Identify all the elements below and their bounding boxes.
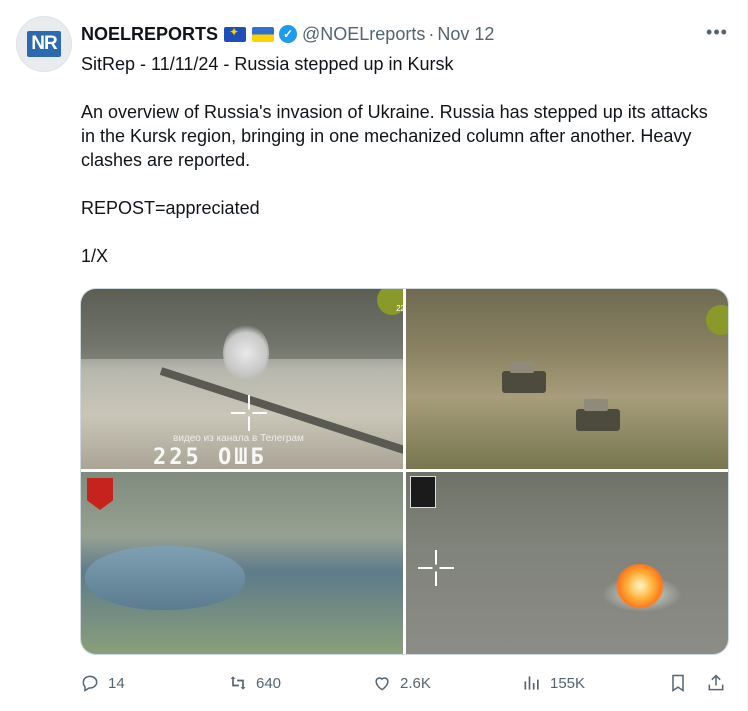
media-grid: видео из канала в Телеграм 225 ОШБ 22 (80, 288, 729, 655)
armored-vehicle (576, 399, 620, 431)
avatar[interactable]: NR (16, 16, 72, 72)
post-date[interactable]: Nov 12 (437, 24, 494, 45)
reply-button[interactable]: 14 (80, 670, 125, 696)
eu-flag-icon (224, 26, 247, 42)
crosshair-icon (231, 395, 267, 431)
media-image-4[interactable] (406, 472, 728, 654)
media-image-1[interactable]: видео из канала в Телеграм 225 ОШБ 22 (81, 289, 403, 469)
more-horizontal-icon: ••• (706, 22, 728, 42)
watermark-caption: видео из канала в Телеграм (173, 433, 304, 444)
author-handle[interactable]: @NOELreports (302, 24, 425, 45)
lake (85, 546, 245, 610)
armored-vehicle (502, 361, 546, 393)
views-button[interactable]: 155K (522, 670, 585, 696)
more-options-button[interactable]: ••• (704, 22, 730, 46)
verified-badge-icon[interactable]: ✓ (279, 25, 298, 43)
repost-count: 640 (256, 674, 282, 692)
unit-emblem-icon (410, 476, 436, 508)
reply-count: 14 (108, 674, 125, 692)
repost-button[interactable]: 640 (228, 670, 281, 696)
views-count: 155K (550, 674, 586, 692)
tweet-text: SitRep - 11/11/24 - Russia stepped up in… (81, 54, 708, 266)
action-bar: 14 640 2.6K 155K (80, 670, 727, 696)
ukraine-flag-icon (252, 26, 275, 42)
like-button[interactable]: 2.6K (372, 670, 431, 696)
unit-emblem-icon (87, 478, 113, 510)
reply-icon (80, 673, 100, 693)
crosshair-icon (418, 550, 454, 586)
repost-icon (228, 673, 248, 693)
media-image-3[interactable] (81, 472, 403, 654)
author-name[interactable]: NOELREPORTS (81, 24, 218, 45)
heart-icon (372, 673, 392, 693)
views-chart-icon (522, 673, 542, 693)
smoke-plume (223, 324, 269, 382)
bookmark-button[interactable] (668, 670, 688, 696)
avatar-logo: NR (27, 31, 61, 57)
unit-badge-number: 22 (396, 304, 403, 313)
tweet-card: NR NOELREPORTS ✓ @NOELreports · Nov 12 •… (0, 0, 748, 711)
media-image-2[interactable] (406, 289, 728, 469)
share-icon (706, 673, 726, 693)
tweet-header: NOELREPORTS ✓ @NOELreports · Nov 12 (81, 22, 494, 46)
like-count: 2.6K (400, 674, 431, 692)
explosion (616, 564, 664, 608)
unit-badge-icon (706, 305, 728, 335)
separator-dot: · (428, 23, 435, 44)
bookmark-icon (668, 673, 688, 693)
watermark-unit: 225 ОШБ (153, 445, 267, 469)
share-button[interactable] (706, 670, 726, 696)
